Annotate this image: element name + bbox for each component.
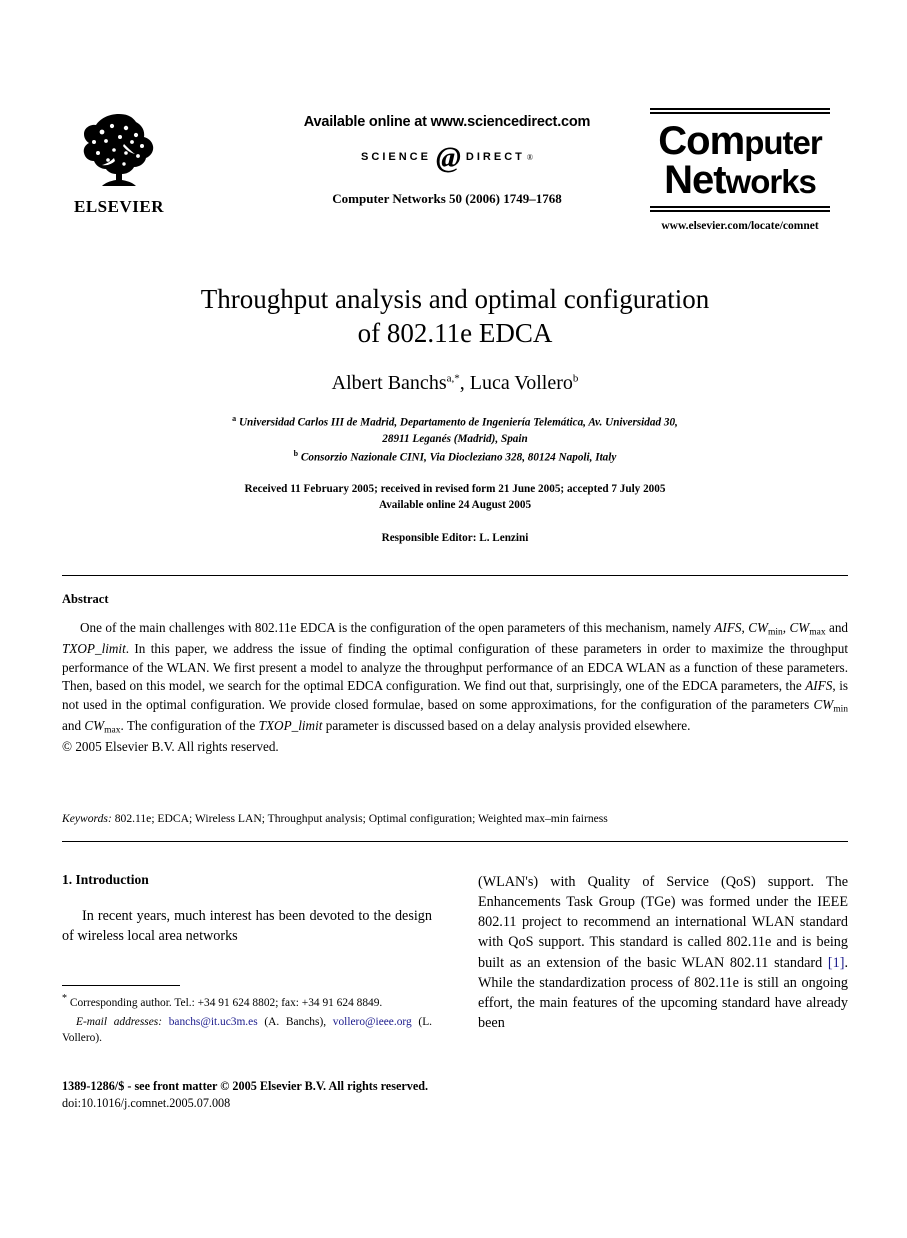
sciencedirect-block: Available online at www.sciencedirect.co… [232,114,662,207]
author-1-affiliation-marker: a,* [446,372,460,385]
affiliation-a-line-1: Universidad Carlos III de Madrid, Depart… [238,416,678,429]
journal-logo: Computer Networks www.elsevier.com/locat… [632,108,848,232]
elsevier-logo: ELSEVIER [70,108,168,228]
affiliation-a: a Universidad Carlos III de Madrid, Depa… [62,413,848,432]
body-column-right: (WLAN's) with Quality of Service (QoS) s… [478,872,848,1033]
abstract-heading: Abstract [62,592,109,606]
available-online-text: Available online at www.sciencedirect.co… [303,114,591,130]
author-separator: , [459,372,470,395]
title-block: Throughput analysis and optimal configur… [62,282,848,544]
received-dates: Received 11 February 2005; received in r… [244,483,666,496]
intro-paragraph-left: In recent years, much interest has been … [62,908,432,945]
abstract-section: Abstract One of the main challenges with… [62,592,848,757]
page-footer: 1389-1286/$ - see front matter © 2005 El… [62,1078,562,1112]
footnote-block: * Corresponding author. Tel.: +34 91 624… [62,985,432,1046]
sciencedirect-logo: SCIENCE @ DIRECT ® [232,141,662,174]
author-1-name: Albert Banchs [331,372,447,395]
keywords: Keywords: 802.11e; EDCA; Wireless LAN; T… [62,812,848,825]
masthead: ELSEVIER Available online at www.science… [62,100,848,250]
at-symbol-icon: @ [435,141,461,174]
abstract-top-divider [62,575,848,576]
affiliation-b: b Consorzio Nazionale CINI, Via Dioclezi… [62,448,848,467]
abstract-paragraph: One of the main challenges with 802.11e … [62,620,849,736]
journal-logo-rule-bottom [650,206,830,213]
affiliation-b-marker: b [293,448,299,458]
email-addresses-note: E-mail addresses: banchs@it.uc3m.es (A. … [62,1016,432,1044]
intro-paragraph-right: (WLAN's) with Quality of Service (QoS) s… [478,874,848,1032]
journal-logo-wordmark: Computer Networks [632,119,848,203]
journal-url: www.elsevier.com/locate/comnet [661,220,819,233]
elsevier-tree-icon [83,114,154,186]
body-top-divider [62,841,848,842]
journal-logo-line-networks: Networks [632,158,848,203]
sciencedirect-science-text: SCIENCE [361,151,431,163]
journal-reference: Computer Networks 50 (2006) 1749–1768 [332,191,562,206]
body-column-left: 1. Introduction In recent years, much in… [62,872,432,946]
affiliations: a Universidad Carlos III de Madrid, Depa… [62,413,848,466]
doi-line: doi:10.1016/j.comnet.2005.07.008 [62,1096,231,1111]
journal-logo-com: Com [658,119,745,163]
journal-logo-line-computer: Computer [632,119,848,163]
section-heading-introduction: 1. Introduction [62,872,149,887]
registered-trademark-icon: ® [526,152,533,162]
sciencedirect-direct-text: DIRECT [465,151,525,163]
journal-logo-net: Net [664,158,726,203]
paper-title-line-2: of 802.11e EDCA [357,318,553,349]
author-list: Albert Banchsa,*, Luca Vollerob [62,372,848,395]
elsevier-wordmark: ELSEVIER [74,197,164,216]
journal-article-first-page: ELSEVIER Available online at www.science… [0,0,907,1238]
affiliation-a-marker: a [232,414,237,424]
paper-title-line-1: Throughput analysis and optimal configur… [200,284,710,314]
keywords-label: Keywords: [62,812,112,825]
abstract-copyright: © 2005 Elsevier B.V. All rights reserved… [62,738,279,754]
front-matter-line: 1389-1286/$ - see front matter © 2005 El… [62,1079,429,1093]
author-2-affiliation-marker: b [572,372,579,385]
author-2-name: Luca Vollero [469,372,573,395]
affiliation-a-line-2: 28911 Leganés (Madrid), Spain [382,432,528,445]
affiliation-b-line-1: Consorzio Nazionale CINI, Via Dioclezian… [300,451,617,464]
publication-dates: Received 11 February 2005; received in r… [62,482,848,513]
journal-logo-puter: puter [744,124,822,161]
responsible-editor: Responsible Editor: L. Lenzini [381,532,529,545]
keywords-value: 802.11e; EDCA; Wireless LAN; Throughput … [114,812,608,825]
footnote-divider [62,985,180,986]
journal-logo-rule-top [650,108,830,114]
page-title: Throughput analysis and optimal configur… [62,282,848,350]
corresponding-author-note: * Corresponding author. Tel.: +34 91 624… [62,993,383,1009]
journal-logo-works: works [725,163,817,201]
available-online-date: Available online 24 August 2005 [378,498,532,511]
